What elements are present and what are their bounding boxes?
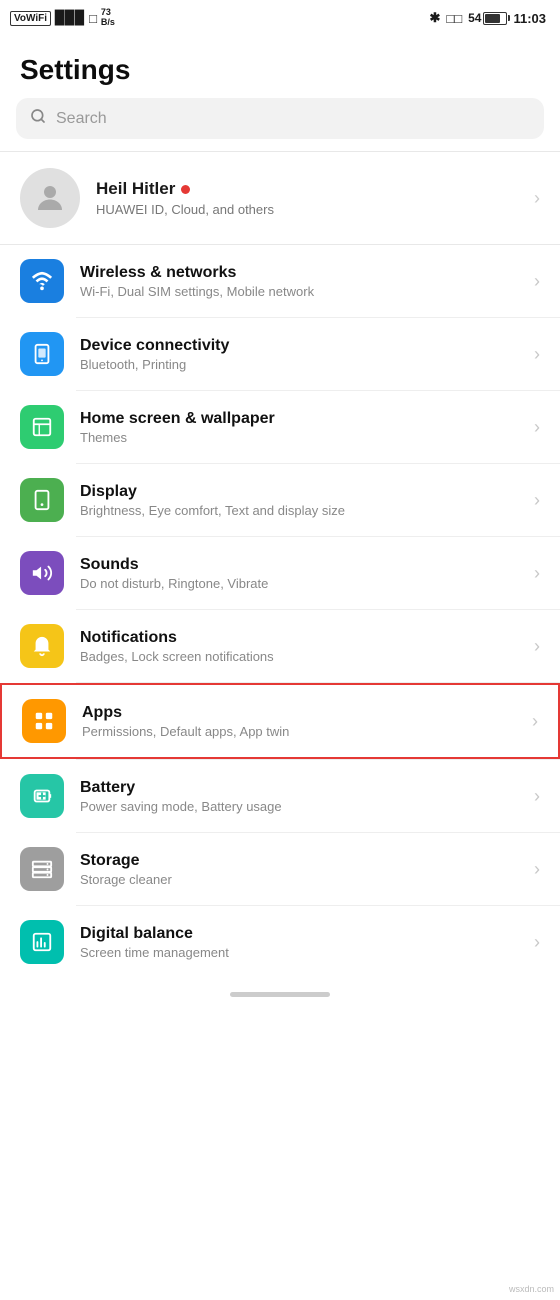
settings-item-digitalbalance[interactable]: Digital balance Screen time management › bbox=[0, 906, 560, 978]
profile-text: Heil Hitler HUAWEI ID, Cloud, and others bbox=[96, 179, 274, 217]
wireless-subtitle: Wi-Fi, Dual SIM settings, Mobile network bbox=[80, 284, 518, 299]
avatar bbox=[20, 168, 80, 228]
home-bar-area bbox=[0, 978, 560, 1007]
profile-name: Heil Hitler bbox=[96, 179, 274, 199]
speed-text: 73B/s bbox=[101, 8, 115, 28]
wireless-text: Wireless & networks Wi-Fi, Dual SIM sett… bbox=[80, 264, 518, 299]
bluetooth-icon: ✱ bbox=[429, 10, 440, 26]
battery-block: 54 bbox=[468, 11, 507, 25]
connectivity-text: Device connectivity Bluetooth, Printing bbox=[80, 337, 518, 372]
settings-item-homescreen[interactable]: Home screen & wallpaper Themes › bbox=[0, 391, 560, 463]
digitalbalance-subtitle: Screen time management bbox=[80, 945, 518, 960]
battery-chevron-icon: › bbox=[534, 786, 540, 807]
wireless-title: Wireless & networks bbox=[80, 264, 518, 282]
display-subtitle: Brightness, Eye comfort, Text and displa… bbox=[80, 503, 518, 518]
sounds-chevron-icon: › bbox=[534, 563, 540, 584]
settings-item-battery[interactable]: Battery Power saving mode, Battery usage… bbox=[0, 760, 560, 832]
display-icon bbox=[20, 478, 64, 522]
homescreen-subtitle: Themes bbox=[80, 430, 518, 445]
apps-subtitle: Permissions, Default apps, App twin bbox=[82, 724, 516, 739]
profile-section[interactable]: Heil Hitler HUAWEI ID, Cloud, and others… bbox=[0, 152, 560, 245]
home-bar bbox=[230, 992, 330, 997]
notifications-title: Notifications bbox=[80, 629, 518, 647]
time-display: 11:03 bbox=[513, 11, 546, 26]
sounds-title: Sounds bbox=[80, 556, 518, 574]
homescreen-icon bbox=[20, 405, 64, 449]
online-status-dot bbox=[181, 185, 190, 194]
settings-item-sounds[interactable]: Sounds Do not disturb, Ringtone, Vibrate… bbox=[0, 537, 560, 609]
homescreen-chevron-icon: › bbox=[534, 417, 540, 438]
profile-subtitle: HUAWEI ID, Cloud, and others bbox=[96, 202, 274, 217]
homescreen-title: Home screen & wallpaper bbox=[80, 410, 518, 428]
search-input[interactable]: Search bbox=[56, 110, 530, 128]
sounds-subtitle: Do not disturb, Ringtone, Vibrate bbox=[80, 576, 518, 591]
storage-title: Storage bbox=[80, 852, 518, 870]
status-left: VoWiFi ▉▉▉ □ 73B/s bbox=[10, 8, 115, 28]
battery-fill bbox=[485, 14, 500, 23]
sounds-icon bbox=[20, 551, 64, 595]
vowifi-label: VoWiFi bbox=[10, 11, 51, 26]
vibrate-icon: □□ bbox=[446, 11, 462, 26]
connectivity-icon bbox=[20, 332, 64, 376]
notifications-chevron-icon: › bbox=[534, 636, 540, 657]
status-right: ✱ □□ 54 11:03 bbox=[429, 10, 546, 26]
storage-text: Storage Storage cleaner bbox=[80, 852, 518, 887]
display-text: Display Brightness, Eye comfort, Text an… bbox=[80, 483, 518, 518]
notifications-text: Notifications Badges, Lock screen notifi… bbox=[80, 629, 518, 664]
battery-level-text: 54 bbox=[468, 11, 481, 25]
notifications-icon bbox=[20, 624, 64, 668]
apps-text: Apps Permissions, Default apps, App twin bbox=[82, 704, 516, 739]
settings-item-notifications[interactable]: Notifications Badges, Lock screen notifi… bbox=[0, 610, 560, 682]
search-bar[interactable]: Search bbox=[16, 98, 544, 139]
signal-bars: ▉▉▉ bbox=[55, 10, 85, 26]
settings-item-display[interactable]: Display Brightness, Eye comfort, Text an… bbox=[0, 464, 560, 536]
digitalbalance-chevron-icon: › bbox=[534, 932, 540, 953]
connectivity-subtitle: Bluetooth, Printing bbox=[80, 357, 518, 372]
wifi-icon: □ bbox=[89, 11, 97, 26]
profile-chevron-icon: › bbox=[534, 188, 540, 209]
digitalbalance-title: Digital balance bbox=[80, 925, 518, 943]
battery-title: Battery bbox=[80, 779, 518, 797]
settings-item-wireless[interactable]: Wireless & networks Wi-Fi, Dual SIM sett… bbox=[0, 245, 560, 317]
apps-title: Apps bbox=[82, 704, 516, 722]
search-icon bbox=[30, 108, 46, 129]
digitalbalance-text: Digital balance Screen time management bbox=[80, 925, 518, 960]
apps-chevron-icon: › bbox=[532, 711, 538, 732]
wireless-chevron-icon: › bbox=[534, 271, 540, 292]
status-bar: VoWiFi ▉▉▉ □ 73B/s ✱ □□ 54 11:03 bbox=[0, 0, 560, 36]
battery-icon bbox=[20, 774, 64, 818]
storage-icon bbox=[20, 847, 64, 891]
sounds-text: Sounds Do not disturb, Ringtone, Vibrate bbox=[80, 556, 518, 591]
digitalbalance-icon bbox=[20, 920, 64, 964]
settings-item-apps[interactable]: Apps Permissions, Default apps, App twin… bbox=[0, 683, 560, 759]
battery-icon bbox=[483, 12, 507, 25]
apps-icon bbox=[22, 699, 66, 743]
display-title: Display bbox=[80, 483, 518, 501]
settings-list: Wireless & networks Wi-Fi, Dual SIM sett… bbox=[0, 245, 560, 978]
notifications-subtitle: Badges, Lock screen notifications bbox=[80, 649, 518, 664]
settings-item-storage[interactable]: Storage Storage cleaner › bbox=[0, 833, 560, 905]
page-title: Settings bbox=[0, 36, 560, 98]
connectivity-chevron-icon: › bbox=[534, 344, 540, 365]
storage-subtitle: Storage cleaner bbox=[80, 872, 518, 887]
settings-item-connectivity[interactable]: Device connectivity Bluetooth, Printing … bbox=[0, 318, 560, 390]
battery-text: Battery Power saving mode, Battery usage bbox=[80, 779, 518, 814]
connectivity-title: Device connectivity bbox=[80, 337, 518, 355]
display-chevron-icon: › bbox=[534, 490, 540, 511]
homescreen-text: Home screen & wallpaper Themes bbox=[80, 410, 518, 445]
wireless-icon bbox=[20, 259, 64, 303]
storage-chevron-icon: › bbox=[534, 859, 540, 880]
battery-subtitle: Power saving mode, Battery usage bbox=[80, 799, 518, 814]
watermark: wsxdn.com bbox=[509, 1284, 554, 1294]
